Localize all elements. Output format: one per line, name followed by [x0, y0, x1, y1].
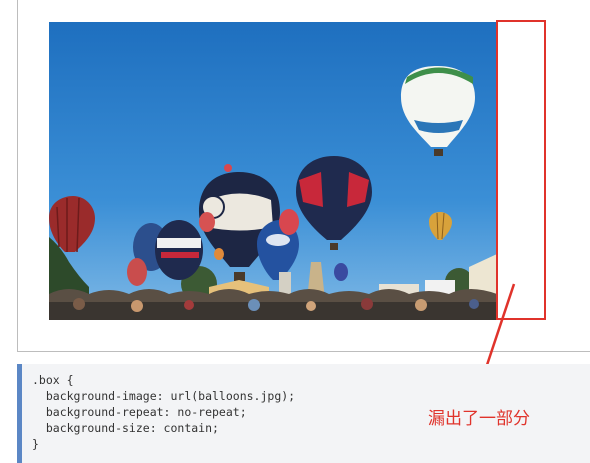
code-line: background-image: url(balloons.jpg); — [32, 389, 296, 403]
code-line: } — [32, 437, 39, 451]
annotation-text: 漏出了一部分 — [428, 409, 530, 429]
overflow-highlight-box — [496, 20, 546, 320]
balloons-illustration — [49, 22, 497, 320]
code-line: .box { — [32, 373, 74, 387]
balloons-photo — [49, 22, 497, 320]
